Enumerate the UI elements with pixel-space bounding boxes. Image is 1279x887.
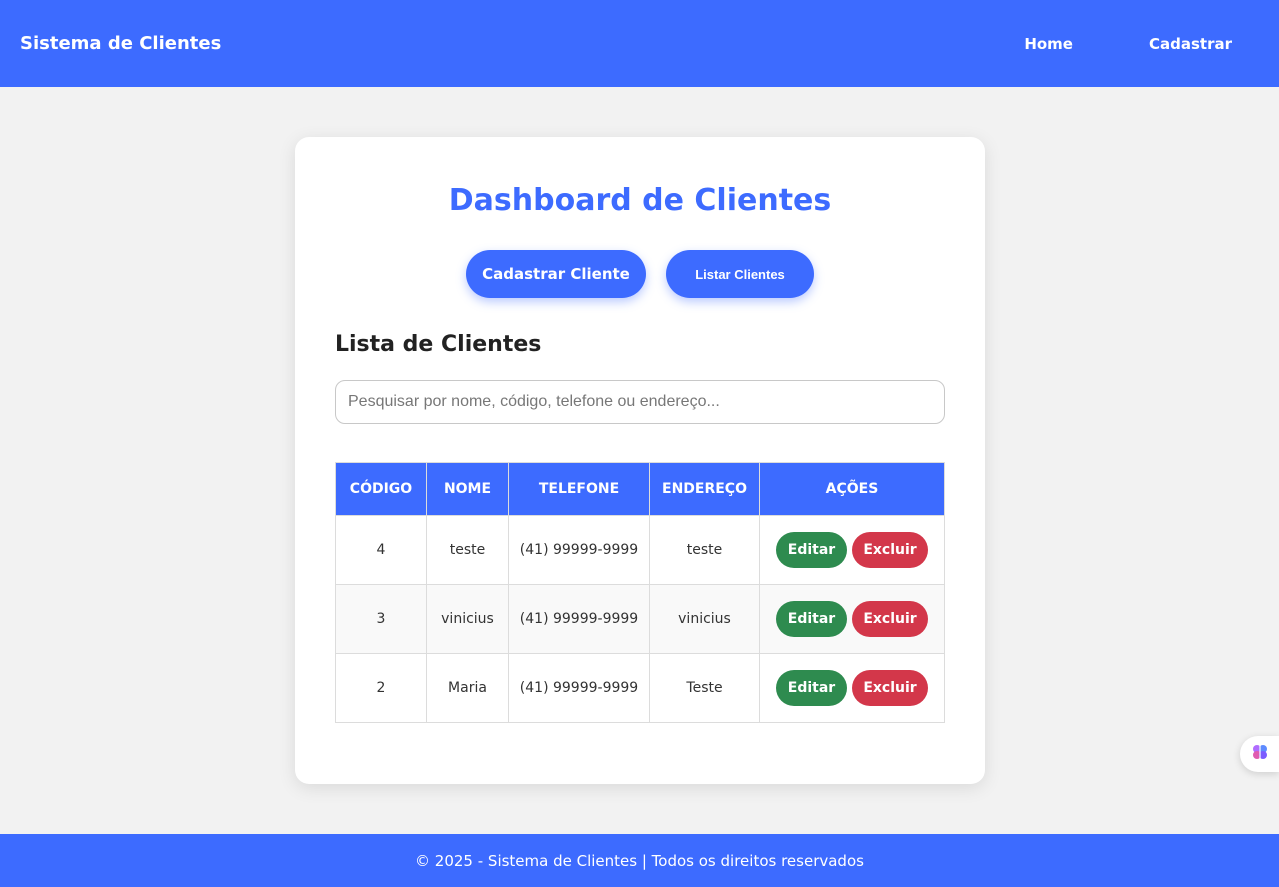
cell-acoes: Editar Excluir: [759, 515, 945, 585]
cell-telefone: (41) 99999-9999: [508, 653, 650, 723]
delete-button[interactable]: Excluir: [852, 532, 928, 568]
edit-button[interactable]: Editar: [776, 532, 847, 568]
brand-title[interactable]: Sistema de Clientes: [20, 33, 221, 54]
delete-button[interactable]: Excluir: [852, 601, 928, 637]
clients-table: CÓDIGO NOME TELEFONE ENDEREÇO AÇÕES 4 te…: [335, 462, 945, 723]
delete-button[interactable]: Excluir: [852, 670, 928, 706]
edit-button[interactable]: Editar: [776, 670, 847, 706]
header-endereco: ENDEREÇO: [649, 462, 760, 516]
cell-codigo: 2: [335, 653, 427, 723]
cell-telefone: (41) 99999-9999: [508, 584, 650, 654]
cell-nome: teste: [426, 515, 509, 585]
header-telefone: TELEFONE: [508, 462, 650, 516]
cell-nome: vinicius: [426, 584, 509, 654]
table-header-row: CÓDIGO NOME TELEFONE ENDEREÇO AÇÕES: [335, 462, 945, 516]
table-row: 3 vinicius (41) 99999-9999 vinicius Edit…: [335, 584, 945, 654]
cadastrar-cliente-button[interactable]: Cadastrar Cliente: [466, 250, 646, 298]
table-row: 4 teste (41) 99999-9999 teste Editar Exc…: [335, 515, 945, 585]
header-acoes: AÇÕES: [759, 462, 945, 516]
dashboard-card: Dashboard de Clientes Cadastrar Cliente …: [295, 137, 985, 784]
footer: © 2025 - Sistema de Clientes | Todos os …: [0, 834, 1279, 887]
header-codigo: CÓDIGO: [335, 462, 427, 516]
footer-text: © 2025 - Sistema de Clientes | Todos os …: [415, 851, 864, 870]
cell-endereco: Teste: [649, 653, 760, 723]
cell-nome: Maria: [426, 653, 509, 723]
brain-icon: [1250, 742, 1270, 767]
listar-clientes-button[interactable]: Listar Clientes: [666, 250, 814, 298]
action-buttons: Cadastrar Cliente Listar Clientes: [335, 250, 945, 298]
nav-links: Home Cadastrar: [976, 35, 1259, 53]
cell-endereco: vinicius: [649, 584, 760, 654]
cell-acoes: Editar Excluir: [759, 653, 945, 723]
header-nome: NOME: [426, 462, 509, 516]
page-title: Dashboard de Clientes: [448, 183, 832, 218]
list-title: Lista de Clientes: [335, 332, 542, 357]
cell-codigo: 4: [335, 515, 427, 585]
nav-link-cadastrar[interactable]: Cadastrar: [1101, 35, 1259, 53]
navbar: Sistema de Clientes Home Cadastrar: [0, 0, 1279, 87]
cell-telefone: (41) 99999-9999: [508, 515, 650, 585]
cell-codigo: 3: [335, 584, 427, 654]
nav-link-home[interactable]: Home: [976, 35, 1101, 53]
cell-acoes: Editar Excluir: [759, 584, 945, 654]
cell-endereco: teste: [649, 515, 760, 585]
table-row: 2 Maria (41) 99999-9999 Teste Editar Exc…: [335, 653, 945, 723]
assistant-floating-button[interactable]: [1240, 736, 1279, 772]
search-input[interactable]: [335, 380, 945, 424]
edit-button[interactable]: Editar: [776, 601, 847, 637]
